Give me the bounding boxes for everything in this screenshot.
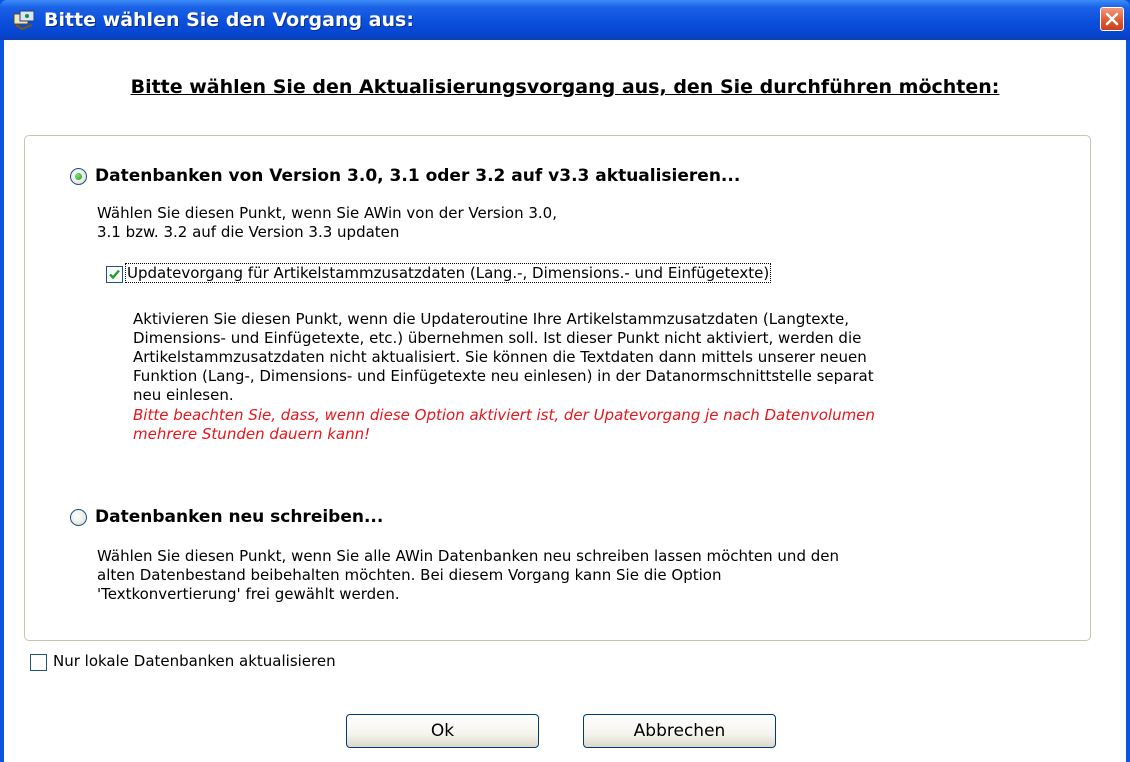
update-option-description: Wählen Sie diesen Punkt, wenn Sie AWin v… bbox=[97, 204, 557, 241]
rewrite-option-description: Wählen Sie diesen Punkt, wenn Sie alle A… bbox=[97, 547, 839, 603]
title-bar[interactable]: Bitte wählen Sie den Vorgang aus: bbox=[0, 0, 1130, 40]
update-radio-button[interactable] bbox=[70, 168, 87, 185]
artikelstamm-description: Aktivieren Sie diesen Punkt, wenn die Up… bbox=[133, 310, 874, 404]
window-title: Bitte wählen Sie den Vorgang aus: bbox=[44, 9, 414, 31]
duration-warning: Bitte beachten Sie, dass, wenn diese Opt… bbox=[133, 406, 875, 443]
local-databases-label[interactable]: Nur lokale Datenbanken aktualisieren bbox=[53, 652, 336, 670]
cancel-button[interactable]: Abbrechen bbox=[583, 714, 776, 748]
close-button[interactable] bbox=[1100, 7, 1124, 31]
close-icon bbox=[1105, 12, 1119, 26]
artikelstamm-checkbox-label[interactable]: Updatevorgang für Artikelstammzusatzdate… bbox=[124, 263, 772, 283]
rewrite-radio-button[interactable] bbox=[70, 509, 87, 526]
update-option-label[interactable]: Datenbanken von Version 3.0, 3.1 oder 3.… bbox=[95, 166, 740, 186]
ok-button[interactable]: Ok bbox=[346, 714, 539, 748]
app-icon bbox=[13, 10, 35, 31]
rewrite-option-label[interactable]: Datenbanken neu schreiben... bbox=[95, 507, 383, 527]
artikelstamm-checkbox[interactable] bbox=[106, 266, 123, 283]
options-panel: Datenbanken von Version 3.0, 3.1 oder 3.… bbox=[24, 135, 1091, 641]
dialog-window: Bitte wählen Sie den Vorgang aus: Bitte … bbox=[0, 0, 1130, 762]
radio-selected-dot bbox=[75, 173, 82, 180]
checkmark-icon bbox=[109, 269, 120, 280]
local-databases-checkbox[interactable] bbox=[30, 654, 47, 671]
dialog-body: Bitte wählen Sie den Aktualisierungsvorg… bbox=[4, 40, 1126, 762]
dialog-heading: Bitte wählen Sie den Aktualisierungsvorg… bbox=[130, 76, 1000, 98]
